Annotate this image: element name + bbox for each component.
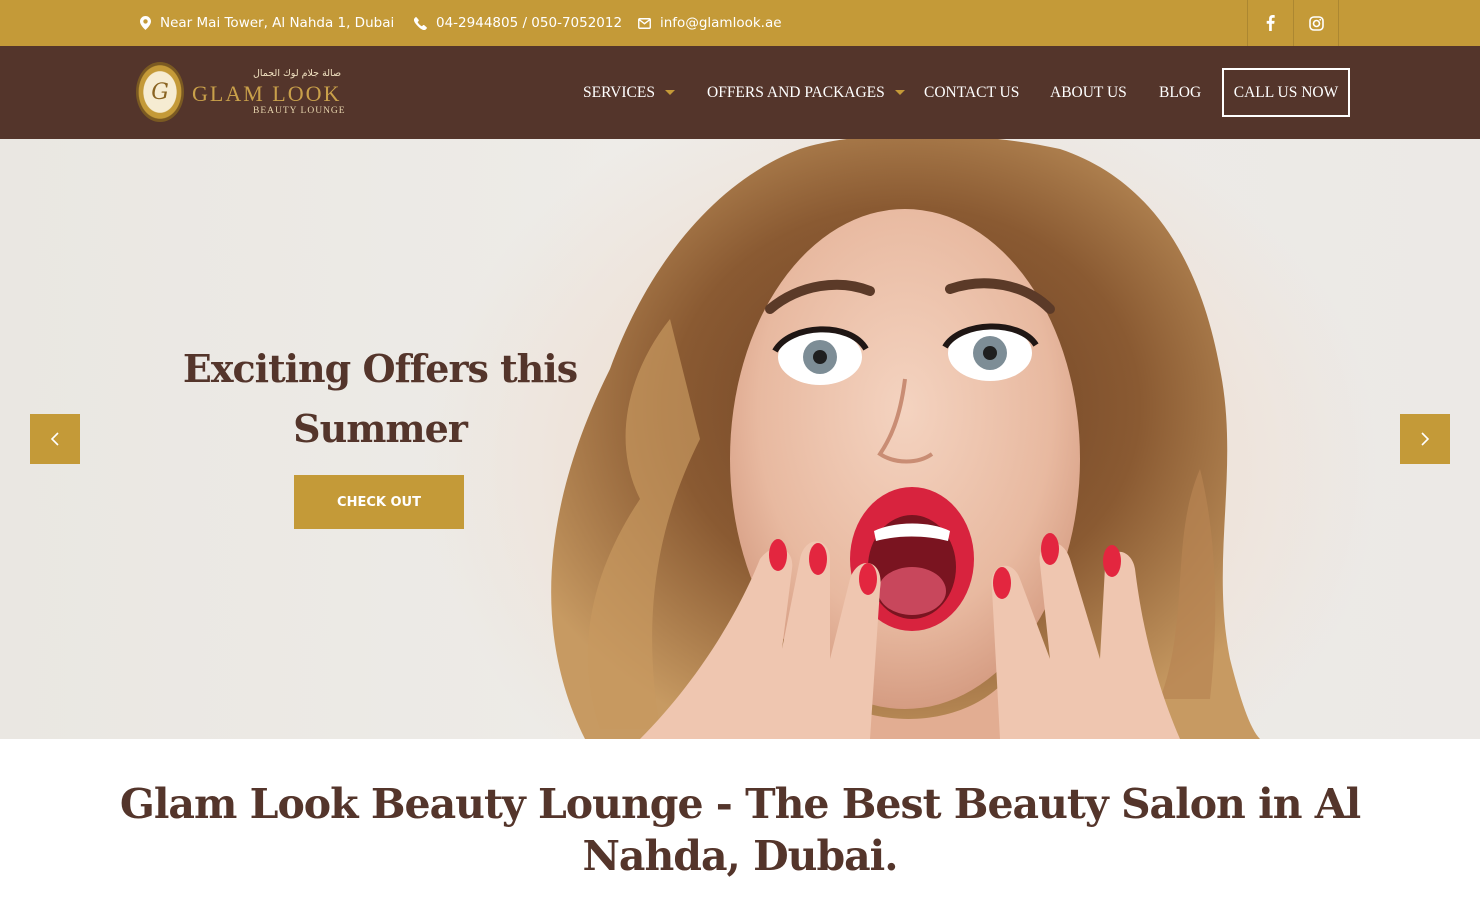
envelope-icon [638,17,651,29]
nav-item-offers-and-packages[interactable]: OFFERS AND PACKAGES [707,46,905,139]
logo-brand-name: GLAM LOOK [192,81,342,106]
facebook-link[interactable] [1247,0,1293,46]
nav-item-contact-us[interactable]: CONTACT US [924,46,1019,139]
hero-title: Exciting Offers this Summer [182,346,578,451]
logo-arabic-text: صالة جلام لوك الجمال [253,68,342,79]
logo-monogram: G [136,62,184,122]
phone-text: 04-2944805 / 050-7052012 [436,15,623,31]
nav-item-blog[interactable]: BLOG [1159,46,1201,139]
email-text: info@glamlook.ae [660,15,782,31]
caret-down-icon [894,90,905,95]
chevron-right-icon [1421,432,1430,446]
nav-item-services[interactable]: SERVICES [583,46,675,139]
chevron-left-icon [50,432,59,446]
nav-item-about-us[interactable]: ABOUT US [1050,46,1127,139]
slider-next-button[interactable] [1400,414,1450,464]
main-navbar: G صالة جلام لوك الجمال GLAM LOOK BEAUTY … [0,46,1480,139]
phone-icon [414,16,427,30]
nav-item-label: OFFERS AND PACKAGES [707,83,885,101]
address-text: Near Mai Tower, Al Nahda 1, Dubai [160,15,395,31]
call-us-now-button[interactable]: CALL US NOW [1222,68,1350,117]
page-headline: Glam Look Beauty Lounge - The Best Beaut… [119,780,1361,880]
hero-slider: Exciting Offers this Summer CHECK OUT [0,139,1480,739]
map-pin-icon [140,16,151,30]
instagram-link[interactable] [1293,0,1339,46]
logo-tagline: BEAUTY LOUNGE [253,106,346,116]
site-logo[interactable]: G صالة جلام لوك الجمال GLAM LOOK BEAUTY … [136,60,356,126]
nav-item-label: CONTACT US [924,83,1020,101]
address-item: Near Mai Tower, Al Nahda 1, Dubai [140,0,394,46]
phone-item[interactable]: 04-2944805 / 050-7052012 [414,0,622,46]
facebook-icon [1266,15,1275,31]
email-item[interactable]: info@glamlook.ae [638,0,782,46]
caret-down-icon [664,90,675,95]
nav-item-label: ABOUT US [1050,83,1127,101]
nav-item-label: SERVICES [583,83,655,101]
logo-monogram-letter: G [151,79,169,105]
top-info-bar: Near Mai Tower, Al Nahda 1, Dubai 04-294… [0,0,1480,46]
slider-prev-button[interactable] [30,414,80,464]
nav-item-label: BLOG [1159,83,1202,101]
check-out-button[interactable]: CHECK OUT [294,475,464,529]
instagram-icon [1308,15,1324,31]
